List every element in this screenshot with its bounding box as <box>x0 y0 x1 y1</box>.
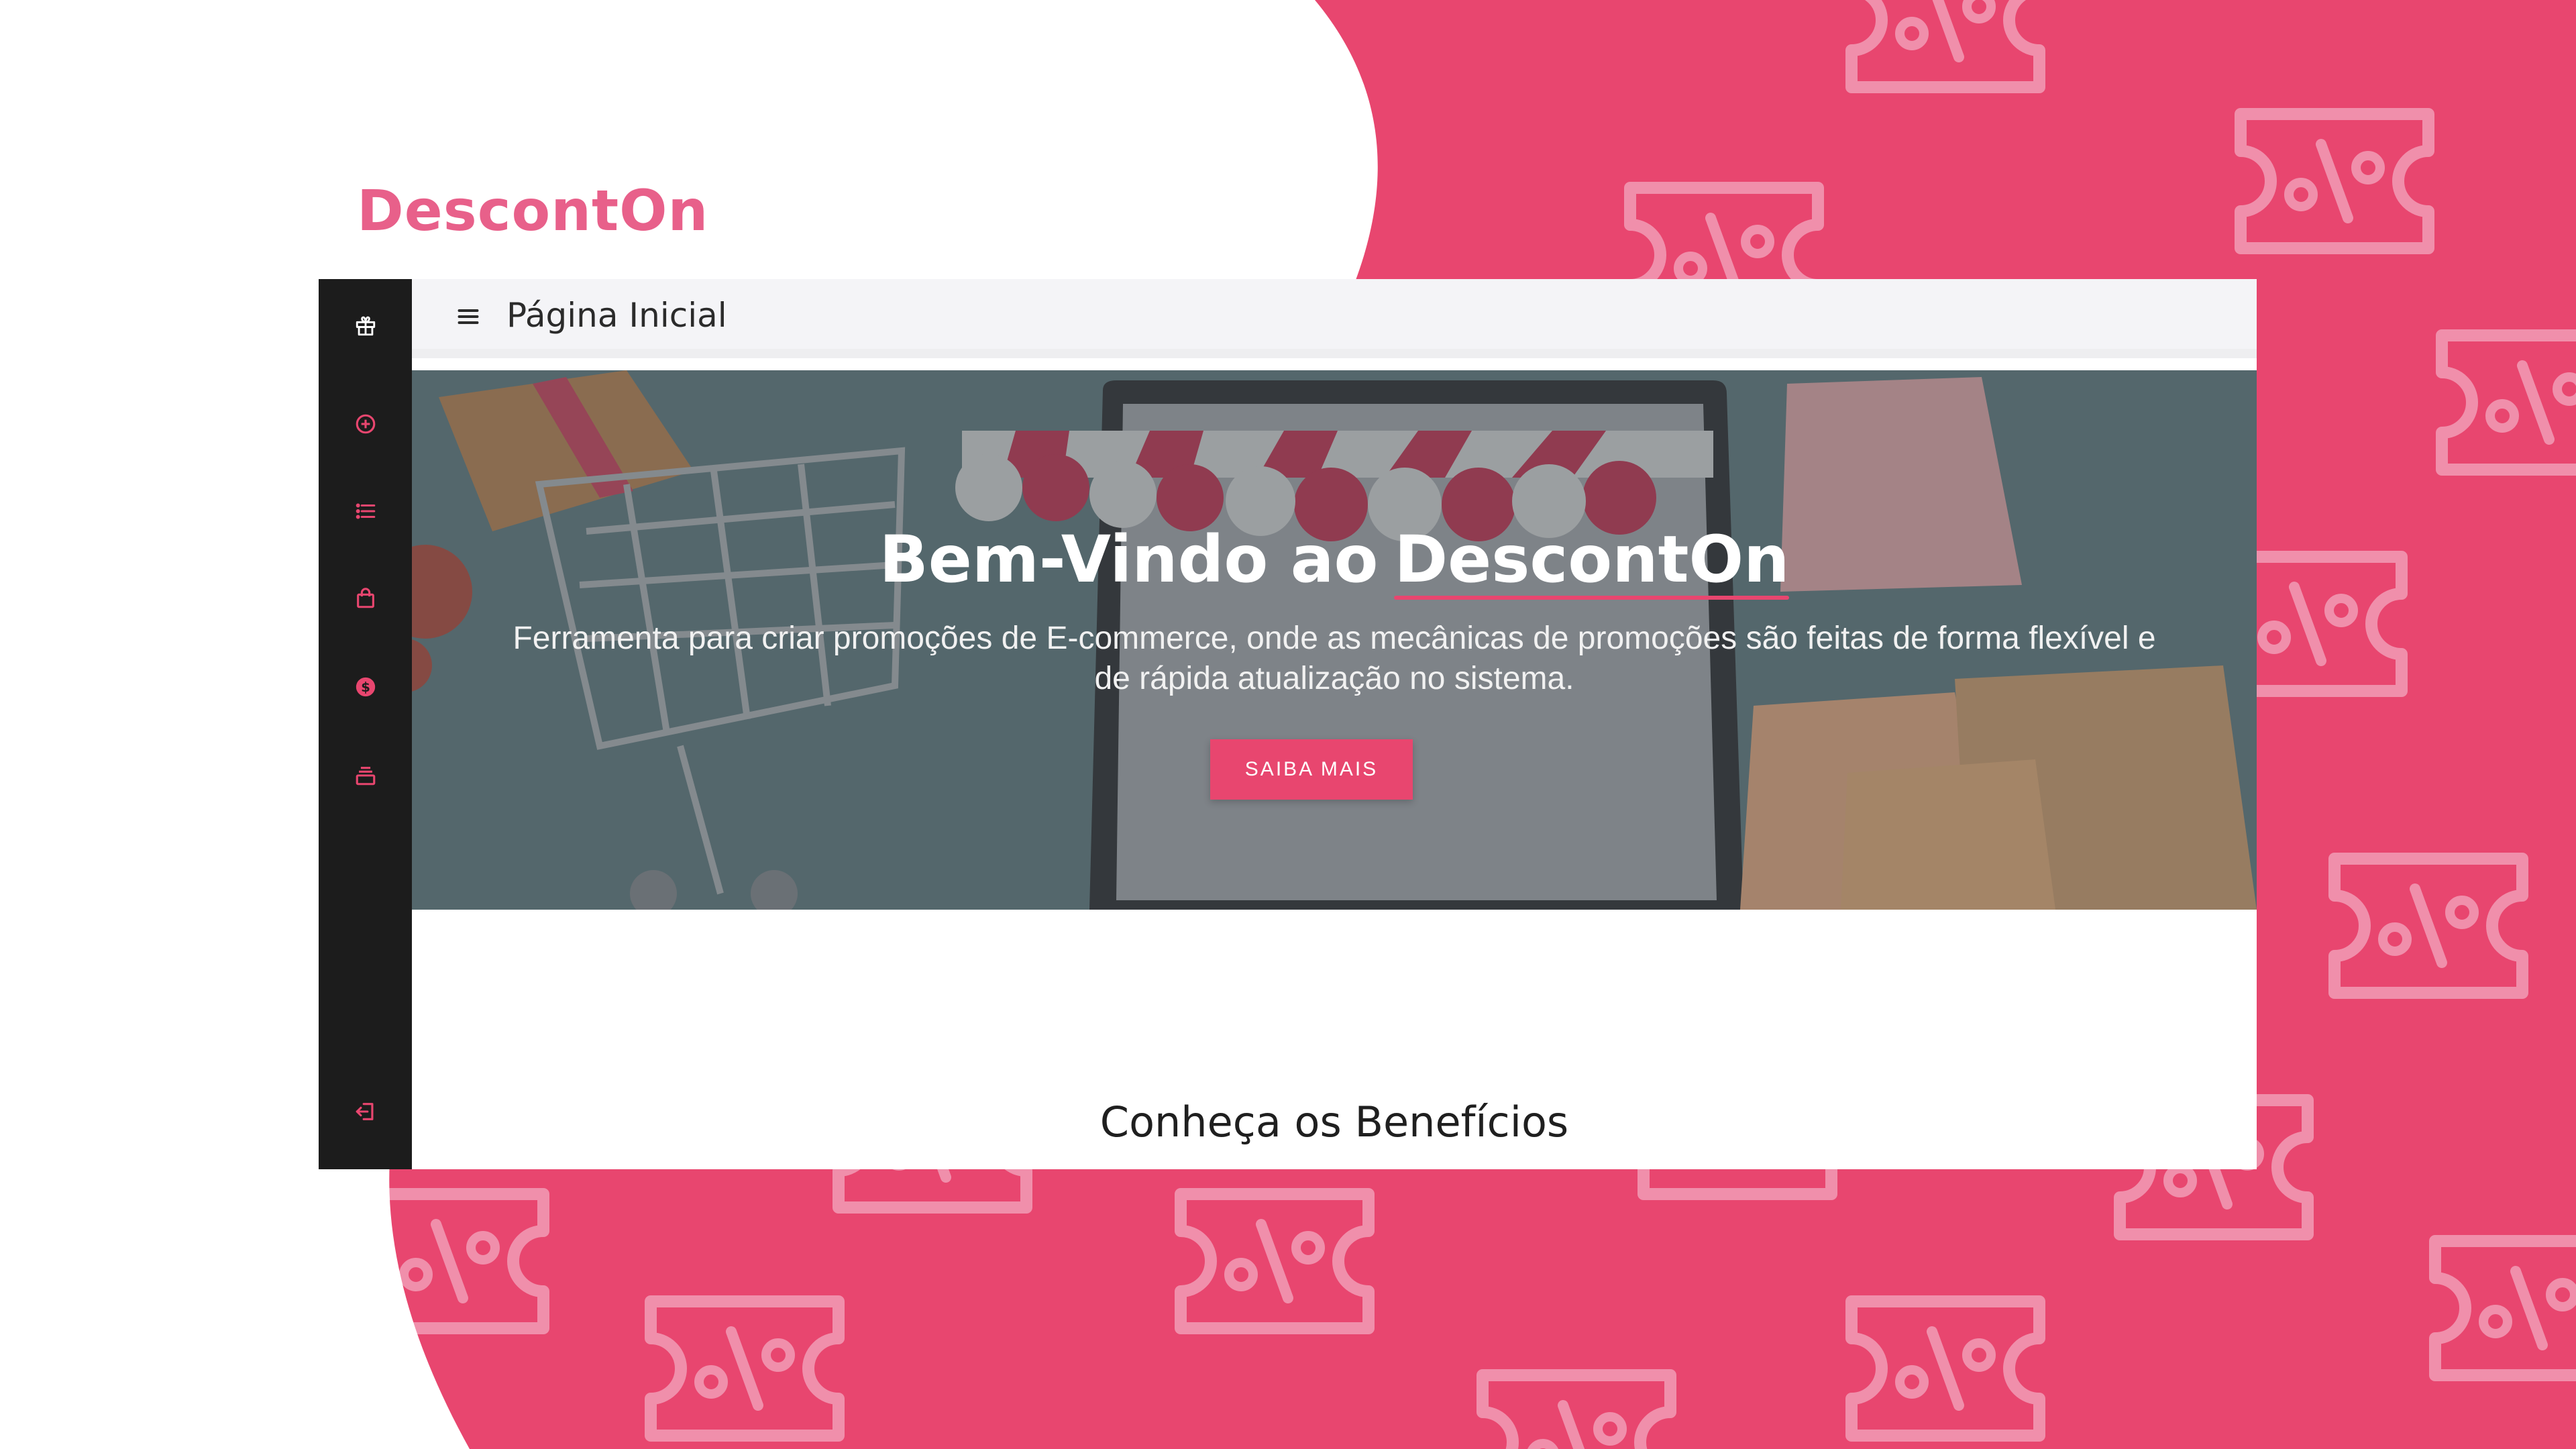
hero-subtitle-line-2: de rápida atualização no sistema. <box>1094 661 1574 696</box>
page-title: Página Inicial <box>506 296 727 335</box>
hero-title-prefix: Bem-Vindo ao <box>879 522 1379 597</box>
app-window: $ Página Inicial Bem-Vindo ao DescontOn … <box>319 279 2257 1169</box>
hero-title: Bem-Vindo ao DescontOn <box>412 522 2257 600</box>
brand-logo: DescontOn <box>357 178 709 244</box>
main-content: Página Inicial Bem-Vindo ao DescontOn Fe… <box>412 279 2257 1169</box>
hamburger-icon[interactable] <box>456 305 480 329</box>
hero-title-brand: DescontOn <box>1394 522 1790 600</box>
svg-text:$: $ <box>361 680 370 695</box>
logout-icon[interactable] <box>349 1095 382 1128</box>
shopping-bag-icon[interactable] <box>349 582 382 615</box>
topbar: Página Inicial <box>412 279 2257 358</box>
stack-icon[interactable] <box>349 759 382 792</box>
hero-subtitle: Ferramenta para criar promoções de E-com… <box>412 619 2257 699</box>
hero-banner: Bem-Vindo ao DescontOn Ferramenta para cr… <box>412 370 2257 910</box>
coin-icon[interactable]: $ <box>349 670 382 704</box>
gift-icon[interactable] <box>349 309 382 343</box>
benefits-heading: Conheça os Benefícios <box>1099 1097 1569 1146</box>
sidebar: $ <box>319 279 412 1169</box>
hero-subtitle-line-1: Ferramenta para criar promoções de E-com… <box>513 621 2156 656</box>
learn-more-button[interactable]: SAIBA MAIS <box>1210 739 1413 800</box>
list-icon[interactable] <box>349 494 382 528</box>
plus-circle-icon[interactable] <box>349 407 382 441</box>
